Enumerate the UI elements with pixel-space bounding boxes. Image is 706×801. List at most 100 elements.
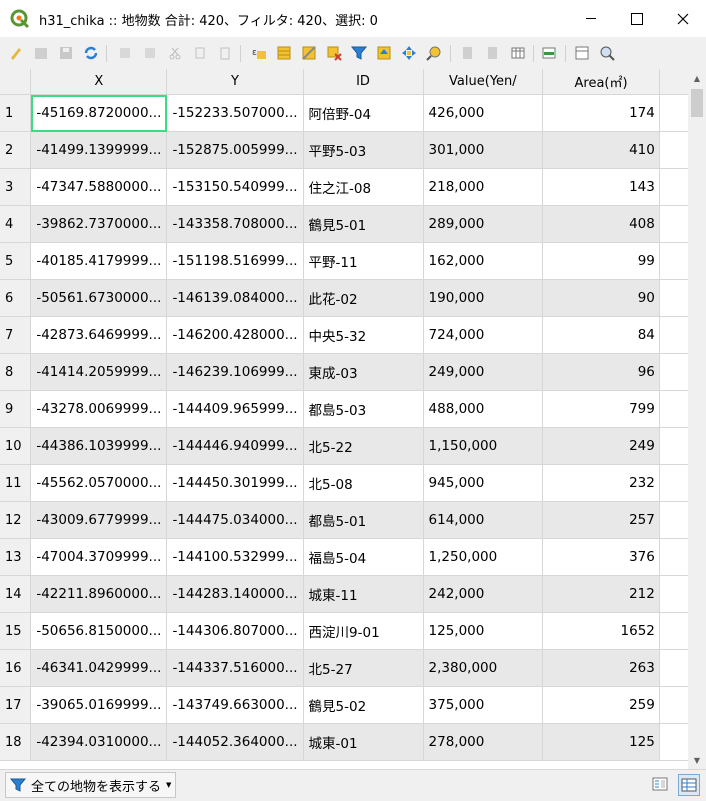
vertical-scrollbar[interactable]: ▲ ▼ bbox=[688, 69, 706, 769]
cell-y[interactable]: -146239.106999... bbox=[166, 353, 304, 391]
cell-id[interactable]: 中央5-32 bbox=[303, 316, 424, 354]
cell-id[interactable]: 此花-02 bbox=[303, 279, 424, 317]
cell-y[interactable]: -151198.516999... bbox=[166, 242, 304, 280]
table-row[interactable]: 13 -47004.3709999... -144100.532999... 福島5-… bbox=[0, 538, 688, 576]
column-header-value[interactable]: Value(Yen/ bbox=[423, 69, 544, 95]
cell-x[interactable]: -39065.0169999... bbox=[30, 686, 168, 724]
row-number[interactable]: 10 bbox=[0, 427, 32, 465]
cell-x[interactable]: -42211.8960000... bbox=[30, 575, 168, 613]
table-row[interactable]: 8 -41414.2059999... -146239.106999... 東成-03… bbox=[0, 353, 688, 391]
cell-area[interactable]: 84 bbox=[542, 316, 660, 354]
cell-area[interactable]: 99 bbox=[542, 242, 660, 280]
deselect-all-button[interactable] bbox=[325, 44, 343, 62]
column-header-id[interactable]: ID bbox=[303, 69, 424, 95]
maximize-button[interactable] bbox=[614, 0, 660, 37]
multi-edit-button[interactable] bbox=[32, 44, 50, 62]
row-number[interactable]: 9 bbox=[0, 390, 32, 428]
cell-y[interactable]: -152875.005999... bbox=[166, 131, 304, 169]
cell-x[interactable]: -39862.7370000... bbox=[30, 205, 168, 243]
feature-filter-dropdown[interactable]: 全ての地物を表示する ▼ bbox=[5, 772, 177, 798]
cell-value[interactable]: 249,000 bbox=[423, 353, 544, 391]
table-row[interactable]: 7 -42873.6469999... -146200.428000... 中央5-3… bbox=[0, 316, 688, 354]
cell-y[interactable]: -144052.364000... bbox=[166, 723, 304, 761]
cell-area[interactable]: 408 bbox=[542, 205, 660, 243]
zoom-to-selection-button[interactable] bbox=[425, 44, 443, 62]
table-row[interactable]: 10 -44386.1039999... -144446.940999... 北5-2… bbox=[0, 427, 688, 465]
row-number[interactable]: 7 bbox=[0, 316, 32, 354]
cell-x[interactable]: -47347.5880000... bbox=[30, 168, 168, 206]
cell-value[interactable]: 2,380,000 bbox=[423, 649, 544, 687]
cell-y[interactable]: -146200.428000... bbox=[166, 316, 304, 354]
cell-x[interactable]: -42394.0310000... bbox=[30, 723, 168, 761]
toggle-edit-button[interactable] bbox=[7, 44, 25, 62]
scroll-down-arrow-icon[interactable]: ▼ bbox=[688, 751, 706, 769]
cell-y[interactable]: -144337.516000... bbox=[166, 649, 304, 687]
column-header-x[interactable]: X bbox=[30, 69, 168, 95]
row-number[interactable]: 16 bbox=[0, 649, 32, 687]
cell-x[interactable]: -46341.0429999... bbox=[30, 649, 168, 687]
select-all-button[interactable] bbox=[275, 44, 293, 62]
row-number[interactable]: 14 bbox=[0, 575, 32, 613]
copy-button[interactable] bbox=[191, 44, 209, 62]
column-header-area[interactable]: Area(㎡) bbox=[542, 69, 660, 95]
table-row[interactable]: 16 -46341.0429999... -144337.516000... 北5-2… bbox=[0, 649, 688, 687]
cell-id[interactable]: 都島5-03 bbox=[303, 390, 424, 428]
cell-id[interactable]: 北5-27 bbox=[303, 649, 424, 687]
cell-id[interactable]: 北5-22 bbox=[303, 427, 424, 465]
cell-value[interactable]: 724,000 bbox=[423, 316, 544, 354]
table-row[interactable]: 4 -39862.7370000... -143358.708000... 鶴見5-0… bbox=[0, 205, 688, 243]
cell-id[interactable]: 城東-11 bbox=[303, 575, 424, 613]
row-number[interactable]: 8 bbox=[0, 353, 32, 391]
new-field-button[interactable] bbox=[540, 44, 558, 62]
table-row[interactable]: 17 -39065.0169999... -143749.663000... 鶴見5-… bbox=[0, 686, 688, 724]
cell-value[interactable]: 426,000 bbox=[423, 94, 544, 132]
cell-x[interactable]: -45562.0570000... bbox=[30, 464, 168, 502]
cell-area[interactable]: 174 bbox=[542, 94, 660, 132]
cell-id[interactable]: 平野5-03 bbox=[303, 131, 424, 169]
cell-area[interactable]: 410 bbox=[542, 131, 660, 169]
cut-button[interactable] bbox=[166, 44, 184, 62]
table-row[interactable]: 2 -41499.1399999... -152875.005999... 平野5-0… bbox=[0, 131, 688, 169]
cell-id[interactable]: 都島5-01 bbox=[303, 501, 424, 539]
cell-value[interactable]: 242,000 bbox=[423, 575, 544, 613]
conditional-format-button[interactable] bbox=[573, 44, 591, 62]
cell-value[interactable]: 945,000 bbox=[423, 464, 544, 502]
paste-rows-button[interactable] bbox=[484, 44, 502, 62]
row-number[interactable]: 13 bbox=[0, 538, 32, 576]
cell-area[interactable]: 249 bbox=[542, 427, 660, 465]
cell-y[interactable]: -144409.965999... bbox=[166, 390, 304, 428]
row-number[interactable]: 15 bbox=[0, 612, 32, 650]
table-row[interactable]: 12 -43009.6779999... -144475.034000... 都島5-… bbox=[0, 501, 688, 539]
cell-x[interactable]: -41499.1399999... bbox=[30, 131, 168, 169]
row-number[interactable]: 11 bbox=[0, 464, 32, 502]
cell-area[interactable]: 263 bbox=[542, 649, 660, 687]
column-header-y[interactable]: Y bbox=[166, 69, 304, 95]
cell-value[interactable]: 278,000 bbox=[423, 723, 544, 761]
add-feature-button[interactable] bbox=[116, 44, 134, 62]
table-row[interactable]: 6 -50561.6730000... -146139.084000... 此花-02… bbox=[0, 279, 688, 317]
cell-x[interactable]: -40185.4179999... bbox=[30, 242, 168, 280]
cell-x[interactable]: -42873.6469999... bbox=[30, 316, 168, 354]
cell-x[interactable]: -47004.3709999... bbox=[30, 538, 168, 576]
cell-y[interactable]: -144475.034000... bbox=[166, 501, 304, 539]
cell-area[interactable]: 96 bbox=[542, 353, 660, 391]
paste-button[interactable] bbox=[216, 44, 234, 62]
cell-y[interactable]: -153150.540999... bbox=[166, 168, 304, 206]
cell-area[interactable]: 143 bbox=[542, 168, 660, 206]
minimize-button[interactable] bbox=[568, 0, 614, 37]
cell-y[interactable]: -146139.084000... bbox=[166, 279, 304, 317]
cell-id[interactable]: 鶴見5-01 bbox=[303, 205, 424, 243]
cell-id[interactable]: 鶴見5-02 bbox=[303, 686, 424, 724]
table-row[interactable]: 18 -42394.0310000... -144052.364000... 城東-0… bbox=[0, 723, 688, 761]
cell-value[interactable]: 289,000 bbox=[423, 205, 544, 243]
row-number[interactable]: 5 bbox=[0, 242, 32, 280]
delete-feature-button[interactable] bbox=[141, 44, 159, 62]
table-row[interactable]: 11 -45562.0570000... -144450.301999... 北5-0… bbox=[0, 464, 688, 502]
cell-y[interactable]: -143358.708000... bbox=[166, 205, 304, 243]
cell-area[interactable]: 125 bbox=[542, 723, 660, 761]
save-edits-button[interactable] bbox=[57, 44, 75, 62]
cell-value[interactable]: 218,000 bbox=[423, 168, 544, 206]
pan-to-selection-button[interactable] bbox=[400, 44, 418, 62]
table-row[interactable]: 15 -50656.8150000... -144306.807000... 西淀川9… bbox=[0, 612, 688, 650]
cell-id[interactable]: 福島5-04 bbox=[303, 538, 424, 576]
